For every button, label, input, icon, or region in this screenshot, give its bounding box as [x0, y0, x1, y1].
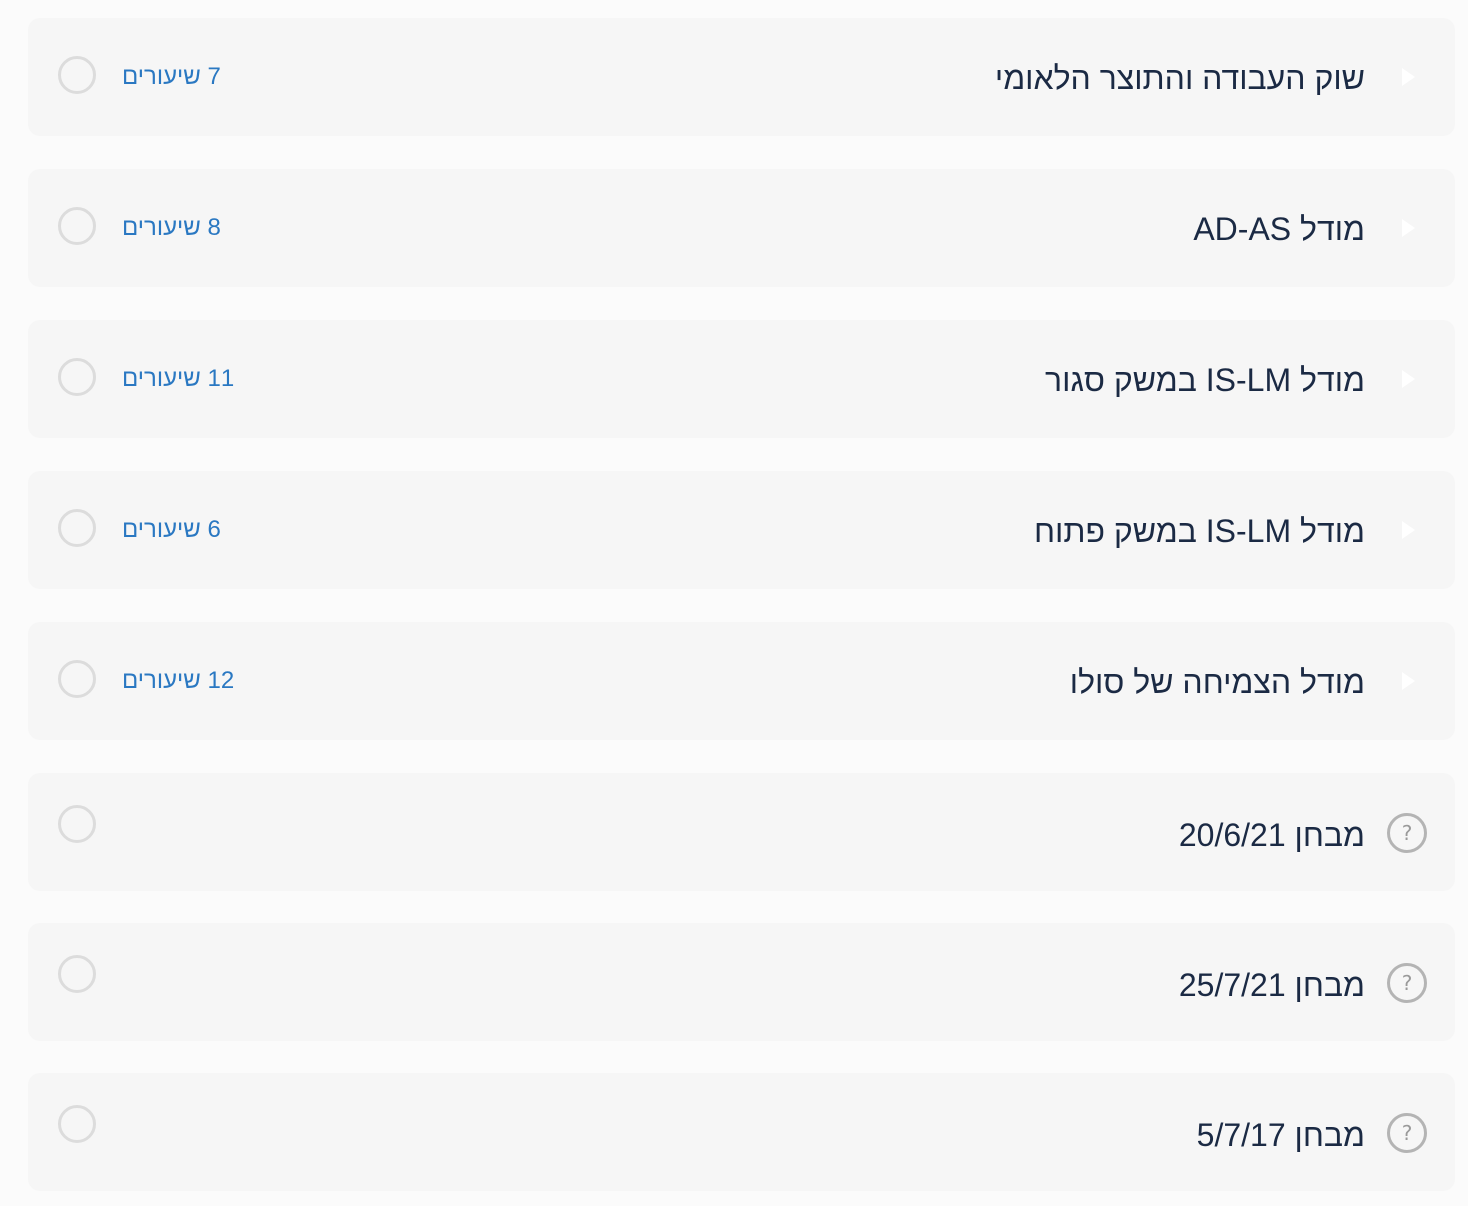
lesson-count: 7 שיעורים	[122, 63, 221, 90]
topic-row[interactable]: 11 שיעורים מודל IS-LM במשק סגור	[28, 320, 1455, 438]
completion-status-icon	[58, 1105, 96, 1143]
topic-title[interactable]: מודל AD-AS	[1193, 209, 1365, 249]
question-mark-icon: ?	[1387, 813, 1427, 853]
quiz-row[interactable]: מבחן 5/7/17 ?	[28, 1073, 1455, 1191]
completion-status-icon	[58, 509, 96, 547]
topic-title[interactable]: מודל הצמיחה של סולו	[1070, 662, 1365, 702]
expand-caret-icon[interactable]	[1402, 521, 1415, 539]
topic-row[interactable]: 12 שיעורים מודל הצמיחה של סולו	[28, 622, 1455, 740]
quiz-title[interactable]: מבחן 20/6/21	[1179, 815, 1365, 855]
quiz-row[interactable]: מבחן 25/7/21 ?	[28, 923, 1455, 1041]
completion-status-icon	[58, 955, 96, 993]
lesson-count: 12 שיעורים	[122, 667, 235, 694]
completion-status-icon	[58, 358, 96, 396]
topic-title[interactable]: מודל IS-LM במשק סגור	[1045, 360, 1365, 400]
topic-row[interactable]: 7 שיעורים שוק העבודה והתוצר הלאומי	[28, 18, 1455, 136]
completion-status-icon	[58, 207, 96, 245]
question-mark-icon: ?	[1387, 1113, 1427, 1153]
quiz-row[interactable]: מבחן 20/6/21 ?	[28, 773, 1455, 891]
lesson-count: 6 שיעורים	[122, 516, 221, 543]
expand-caret-icon[interactable]	[1402, 68, 1415, 86]
topic-row[interactable]: 6 שיעורים מודל IS-LM במשק פתוח	[28, 471, 1455, 589]
topic-title[interactable]: שוק העבודה והתוצר הלאומי	[995, 58, 1365, 98]
expand-caret-icon[interactable]	[1402, 672, 1415, 690]
completion-status-icon	[58, 56, 96, 94]
expand-caret-icon[interactable]	[1402, 219, 1415, 237]
topic-title[interactable]: מודל IS-LM במשק פתוח	[1034, 511, 1365, 551]
lesson-count: 11 שיעורים	[122, 365, 235, 392]
lesson-count: 8 שיעורים	[122, 214, 221, 241]
quiz-title[interactable]: מבחן 5/7/17	[1197, 1115, 1365, 1155]
completion-status-icon	[58, 660, 96, 698]
quiz-title[interactable]: מבחן 25/7/21	[1179, 965, 1365, 1005]
question-mark-icon: ?	[1387, 963, 1427, 1003]
expand-caret-icon[interactable]	[1402, 370, 1415, 388]
completion-status-icon	[58, 805, 96, 843]
course-content-list: 7 שיעורים שוק העבודה והתוצר הלאומי 8 שיע…	[0, 0, 1468, 1206]
topic-row[interactable]: 8 שיעורים מודל AD-AS	[28, 169, 1455, 287]
